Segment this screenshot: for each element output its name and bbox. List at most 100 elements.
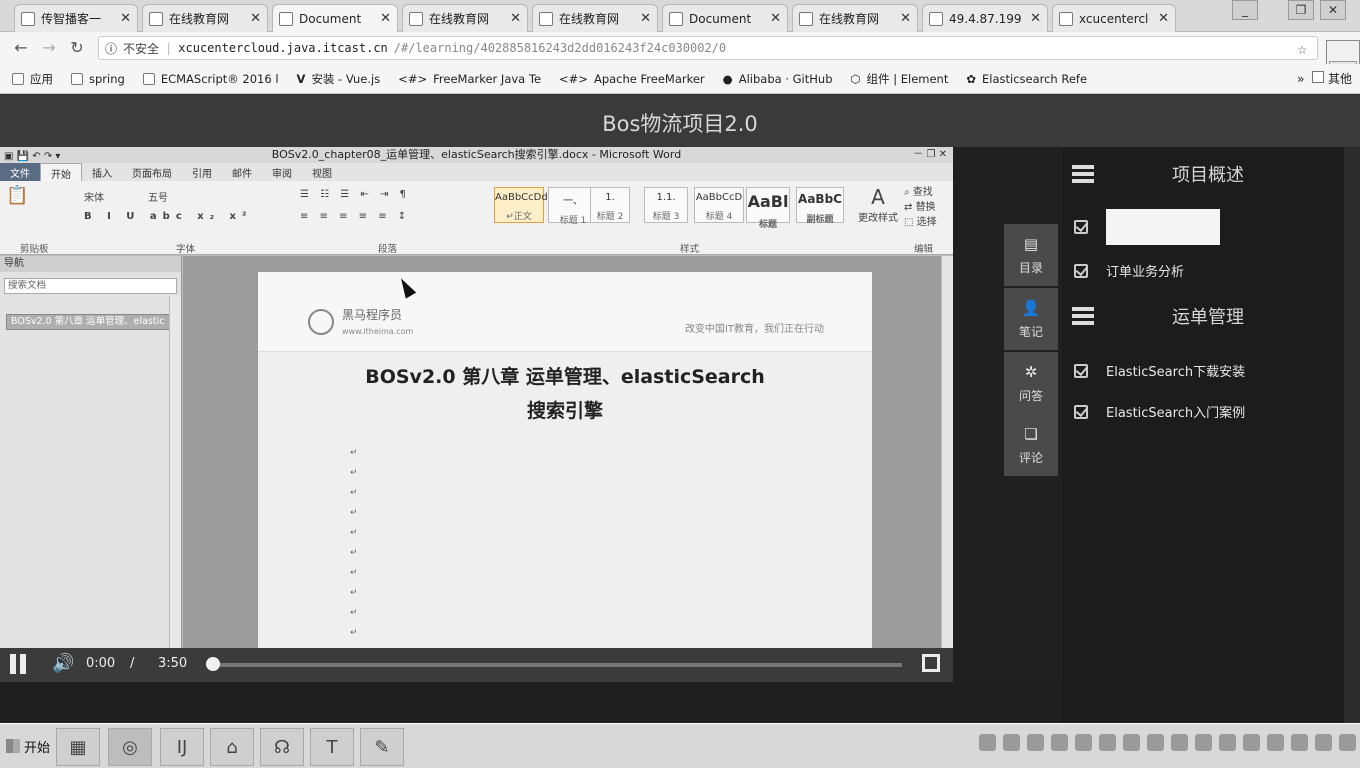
video-player[interactable]: ▣ 💾 ↶ ↷ ▾ BOSv2.0_chapter08_运单管理、elastic… bbox=[0, 147, 953, 682]
close-tab-icon[interactable]: ✕ bbox=[900, 11, 911, 26]
tray-icon[interactable] bbox=[979, 734, 996, 751]
chrome-taskbar-icon[interactable]: ◎ bbox=[108, 728, 152, 766]
bookmark-page-icon bbox=[142, 72, 155, 85]
tray-icon[interactable] bbox=[1195, 734, 1212, 751]
paragraph-mark: ↵ bbox=[350, 528, 358, 538]
replace-item: ⇄ 替换 bbox=[904, 202, 936, 213]
tab-qa[interactable]: ✲ 问答 bbox=[1004, 352, 1058, 414]
bookmark-item[interactable]: <#> FreeMarker Java Te bbox=[398, 72, 541, 86]
reload-icon[interactable]: ↻ bbox=[66, 38, 88, 60]
tab-comments[interactable]: ❏ 评论 bbox=[1004, 414, 1058, 476]
close-tab-icon[interactable]: ✕ bbox=[770, 11, 781, 26]
paste-icon: 📋 bbox=[6, 185, 29, 206]
browser-tab-active[interactable]: Document ✕ bbox=[272, 4, 398, 32]
tray-icon[interactable] bbox=[1339, 734, 1356, 751]
close-tab-icon[interactable]: ✕ bbox=[1158, 11, 1169, 26]
list-format-icons: ☰ ☷ ☰ ⇤ ⇥ ¶ bbox=[300, 189, 410, 200]
word-tab-insert: 插入 bbox=[92, 169, 112, 180]
tool-taskbar-icon[interactable]: ⌂ bbox=[210, 728, 254, 766]
tray-icon[interactable] bbox=[1123, 734, 1140, 751]
favicon-icon bbox=[409, 11, 423, 26]
progress-bar[interactable] bbox=[212, 663, 902, 667]
lesson-item[interactable] bbox=[1074, 209, 1220, 245]
page-scrollbar[interactable] bbox=[1344, 147, 1360, 723]
change-styles-icon: A bbox=[871, 185, 885, 209]
section-header: 项目概述 bbox=[1072, 161, 1334, 187]
other-bookmarks[interactable]: » 其他 bbox=[1297, 64, 1352, 94]
browser-tab[interactable]: xcucentercl ✕ bbox=[1052, 4, 1176, 32]
lesson-item[interactable]: ElasticSearch入门案例 bbox=[1074, 402, 1245, 421]
fullscreen-icon[interactable] bbox=[922, 654, 940, 672]
bookmark-item[interactable]: ⬡ 组件 | Element bbox=[851, 71, 949, 87]
browser-tab[interactable]: 传智播客一 ✕ bbox=[14, 4, 138, 32]
bookmark-item[interactable]: spring bbox=[71, 72, 125, 86]
current-time: 0:00 bbox=[86, 656, 116, 671]
tray-icon[interactable] bbox=[1147, 734, 1164, 751]
close-window-icon[interactable]: ✕ bbox=[1320, 0, 1346, 20]
code-icon: <#> bbox=[559, 71, 588, 86]
minimize-icon[interactable]: _ bbox=[1232, 0, 1258, 20]
bookmark-item[interactable]: ● Alibaba · GitHub bbox=[723, 72, 833, 86]
lesson-label: 订单业务分析 bbox=[1106, 265, 1185, 280]
change-styles: A 更改样式 bbox=[858, 185, 898, 224]
volume-icon[interactable]: 🔊 bbox=[52, 653, 74, 674]
elastic-logo-icon: ✿ bbox=[966, 71, 976, 86]
text-taskbar-icon[interactable]: T bbox=[310, 728, 354, 766]
tray-icon[interactable] bbox=[1003, 734, 1020, 751]
forward-icon[interactable]: → bbox=[38, 38, 60, 60]
doc-heading-line1: BOSv2.0 第八章 运单管理、elasticSearch bbox=[365, 366, 765, 388]
browser-tab[interactable]: 在线教育网 ✕ bbox=[402, 4, 528, 32]
back-icon[interactable]: ← bbox=[10, 38, 32, 60]
chevron-right-icon: » bbox=[1297, 72, 1305, 86]
tray-icon[interactable] bbox=[1315, 734, 1332, 751]
tray-icon[interactable] bbox=[1099, 734, 1116, 751]
bookmark-item[interactable]: <#> Apache FreeMarker bbox=[559, 72, 705, 86]
tab-catalog[interactable]: ▤ 目录 bbox=[1004, 224, 1058, 286]
nav-heading-item: BOSv2.0 第八章 运单管理、elastic bbox=[6, 314, 175, 330]
pause-button[interactable] bbox=[10, 654, 30, 676]
bookmark-star-icon[interactable]: ☆ bbox=[1297, 39, 1307, 58]
close-tab-icon[interactable]: ✕ bbox=[510, 11, 521, 26]
lesson-label: ElasticSearch入门案例 bbox=[1106, 406, 1246, 421]
tray-icon[interactable] bbox=[1291, 734, 1308, 751]
browser-tab[interactable]: 在线教育网 ✕ bbox=[142, 4, 268, 32]
tray-icon[interactable] bbox=[1243, 734, 1260, 751]
catalog-panel: 项目概述 订单业务分析 运单管理 ElasticSearch下载安装 Elast… bbox=[1062, 147, 1344, 723]
intellij-taskbar-icon[interactable]: IJ bbox=[160, 728, 204, 766]
lesson-item[interactable]: 订单业务分析 bbox=[1074, 261, 1184, 280]
info-icon[interactable]: ⓘ bbox=[105, 40, 117, 57]
tray-icon[interactable] bbox=[1219, 734, 1236, 751]
document-icon bbox=[929, 11, 943, 26]
bookmark-item[interactable]: ECMAScript® 2016 l bbox=[142, 72, 279, 86]
restore-icon[interactable]: ❐ bbox=[1288, 0, 1314, 20]
start-button[interactable]: 开始 bbox=[2, 734, 54, 758]
tray-icon[interactable] bbox=[1267, 734, 1284, 751]
progress-handle[interactable] bbox=[206, 657, 220, 671]
url-input[interactable]: ⓘ 不安全 | xcucentercloud.java.itcast.cn/#/… bbox=[98, 36, 1318, 60]
explorer-taskbar-icon[interactable]: ▦ bbox=[56, 728, 100, 766]
close-tab-icon[interactable]: ✕ bbox=[250, 11, 261, 26]
close-tab-icon[interactable]: ✕ bbox=[380, 11, 391, 26]
app-taskbar-icon[interactable]: ☊ bbox=[260, 728, 304, 766]
close-tab-icon[interactable]: ✕ bbox=[120, 11, 131, 26]
close-tab-icon[interactable]: ✕ bbox=[1030, 11, 1041, 26]
tool2-taskbar-icon[interactable]: ✎ bbox=[360, 728, 404, 766]
tray-icon[interactable] bbox=[1027, 734, 1044, 751]
word-tab-layout: 页面布局 bbox=[132, 169, 172, 180]
document-icon bbox=[669, 11, 683, 26]
tab-notes[interactable]: 👤 笔记 bbox=[1004, 288, 1058, 350]
bookmark-item[interactable]: ✿ Elasticsearch Refe bbox=[966, 72, 1087, 86]
lesson-item[interactable]: ElasticSearch下载安装 bbox=[1074, 361, 1245, 380]
browser-tab[interactable]: 在线教育网 ✕ bbox=[532, 4, 658, 32]
browser-tab[interactable]: Document ✕ bbox=[662, 4, 788, 32]
bookmark-item[interactable]: V 安装 - Vue.js bbox=[297, 71, 381, 87]
word-window-title: BOSv2.0_chapter08_运单管理、elasticSearch搜索引擎… bbox=[271, 148, 682, 161]
browser-tab[interactable]: 49.4.87.199 ✕ bbox=[922, 4, 1048, 32]
bookmark-item[interactable]: 应用 bbox=[12, 71, 53, 87]
tray-icon[interactable] bbox=[1171, 734, 1188, 751]
folder-icon bbox=[1312, 71, 1325, 83]
tray-icon[interactable] bbox=[1051, 734, 1068, 751]
tray-icon[interactable] bbox=[1075, 734, 1092, 751]
close-tab-icon[interactable]: ✕ bbox=[640, 11, 651, 26]
browser-tab[interactable]: 在线教育网 ✕ bbox=[792, 4, 918, 32]
